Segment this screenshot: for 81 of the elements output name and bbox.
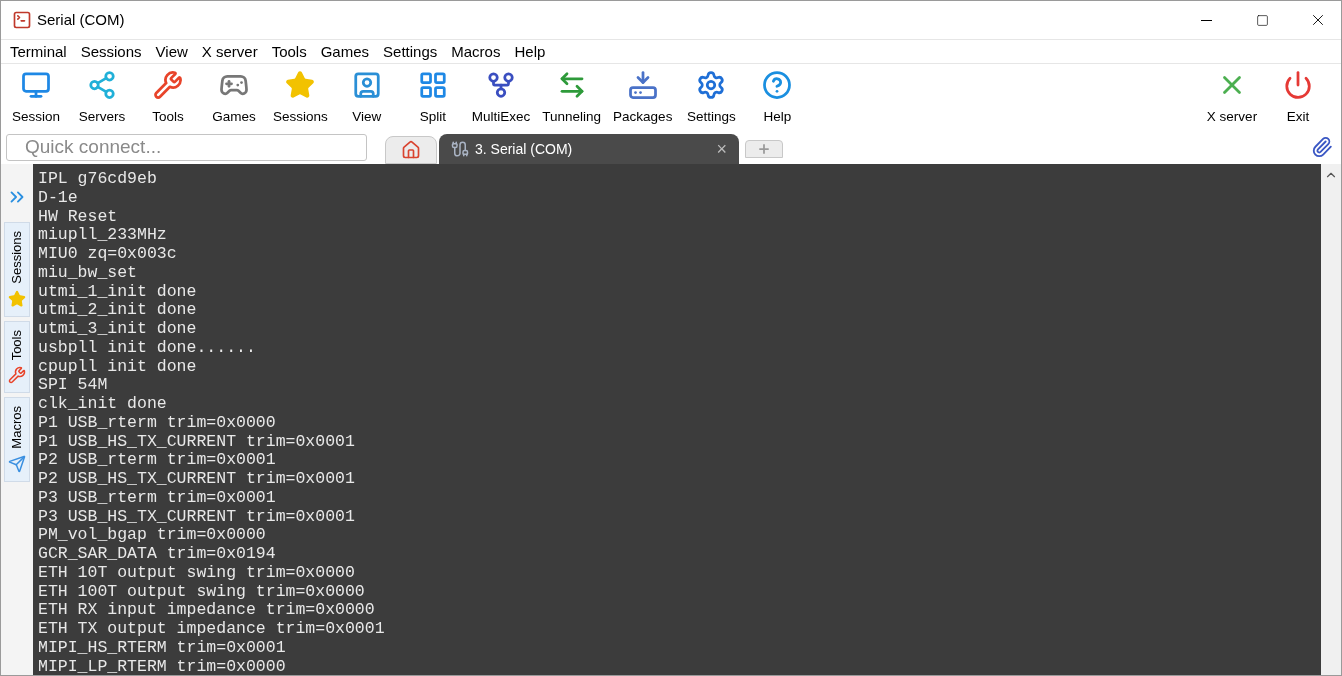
menu-item[interactable]: Settings — [376, 40, 445, 63]
toolbar-button[interactable]: View — [335, 66, 398, 126]
terminal-line: utmi_2_init done — [38, 301, 197, 320]
terminal-line: usbpll init done...... — [38, 338, 256, 358]
star-icon — [8, 289, 26, 308]
menu-item[interactable]: Help — [507, 40, 553, 63]
terminal-line: P1 USB_HS_TX_CURRENT trim=0x0001 — [38, 432, 355, 452]
toolbar-button[interactable]: Packages — [609, 66, 677, 126]
star-icon — [285, 70, 316, 100]
toolbar-button[interactable]: Sessions — [269, 66, 332, 126]
toolbar-button[interactable]: Exit — [1267, 66, 1329, 126]
paper-plane-icon — [8, 454, 26, 473]
toolbar-button[interactable]: MultiExec — [467, 66, 535, 126]
terminal-line: P1 USB_rterm trim=0x0000 — [38, 413, 276, 433]
session-tab[interactable]: 3. Serial (COM) × — [439, 134, 739, 164]
wrench-icon — [153, 70, 183, 100]
terminal-line: IPL g76cd9eb — [38, 170, 157, 189]
menu-item[interactable]: Games — [313, 40, 377, 63]
help-icon — [762, 70, 793, 100]
terminal-line: ETH 10T output swing trim=0x0000 — [38, 563, 355, 583]
terminal-line: utmi_1_init done — [38, 282, 197, 302]
terminal-line: GCR_SAR_DATA trim=0x0194 — [38, 545, 276, 564]
terminal-line: PM_vol_bgap trim=0x0000 — [38, 526, 266, 545]
toolbar-button[interactable]: Servers — [71, 66, 133, 126]
terminal-line: P2 USB_rterm trim=0x0001 — [38, 451, 276, 470]
tab-close[interactable]: × — [716, 140, 727, 158]
split-grid-icon — [417, 70, 448, 100]
monitor-icon — [21, 70, 51, 100]
toolbar-button[interactable]: X server — [1201, 66, 1263, 126]
network-icon — [87, 70, 117, 100]
new-tab-button[interactable] — [745, 140, 783, 158]
menu-item[interactable]: Sessions — [73, 40, 149, 63]
terminal-line: miu_bw_set — [38, 263, 138, 283]
side-tab[interactable]: Sessions — [4, 222, 30, 317]
toolbar-button[interactable]: Games — [203, 66, 265, 126]
minimize-icon — [1200, 19, 1212, 21]
menu-item[interactable]: X server — [194, 40, 265, 63]
terminal-line: utmi_3_init done — [38, 320, 197, 339]
terminal-line: ETH 100T output swing trim=0x0000 — [38, 582, 365, 602]
terminal-line: miupll_233MHz — [38, 226, 167, 245]
plus-icon — [757, 142, 771, 156]
terminal-line: cpupll init done — [38, 357, 197, 377]
terminal-line: HW Reset — [38, 207, 118, 227]
window-title: Serial (COM) — [37, 9, 125, 30]
terminal-line: MIU0 zq=0x003c — [38, 245, 177, 264]
toolbar-button[interactable]: Tunneling — [538, 66, 606, 126]
terminal-line: P3 USB_HS_TX_CURRENT trim=0x0001 — [38, 507, 355, 527]
toolbar-button[interactable]: Split — [401, 66, 464, 126]
fork-icon — [486, 70, 517, 100]
terminal-line: ETH RX input impedance trim=0x0000 — [38, 601, 375, 620]
scrollbar[interactable] — [1321, 164, 1341, 675]
terminal-line: D-1e — [38, 188, 78, 208]
plug-icon — [451, 140, 469, 158]
terminal[interactable] — [33, 164, 1321, 675]
app-logo-icon — [12, 10, 32, 30]
toolbar-button[interactable]: Tools — [137, 66, 199, 126]
terminal-line: MIPI_HS_RTERM trim=0x0001 — [38, 638, 286, 658]
home-tab[interactable] — [385, 136, 437, 164]
toolbar-button[interactable]: Settings — [680, 66, 743, 126]
paperclip-icon[interactable] — [1311, 136, 1333, 158]
drive-download-icon — [627, 70, 658, 100]
home-icon — [401, 140, 421, 160]
terminal-line: ETH TX output impedance trim=0x0001 — [38, 620, 385, 639]
quick-connect-field[interactable]: Quick connect... — [6, 134, 367, 161]
toolbar-button[interactable]: Session — [5, 66, 67, 126]
menu-item[interactable]: Macros — [444, 40, 508, 63]
menu-item[interactable]: Terminal — [3, 40, 74, 63]
maximize-icon — [1255, 13, 1269, 27]
power-icon — [1283, 70, 1313, 100]
terminal-line: clk_init done — [38, 395, 167, 414]
side-tab[interactable]: Tools — [4, 320, 30, 394]
terminal-line: P2 USB_HS_TX_CURRENT trim=0x0001 — [38, 470, 355, 489]
toolbar-button[interactable]: Help — [746, 66, 809, 126]
terminal-line: MIPI_LP_RTERM trim=0x0000 — [38, 657, 286, 675]
user-screen-icon — [351, 70, 382, 100]
terminal-line: P3 USB_rterm trim=0x0001 — [38, 488, 276, 508]
menu-item[interactable]: View — [148, 40, 195, 63]
wrench-icon — [8, 366, 26, 385]
side-tab[interactable]: Macros — [4, 397, 30, 482]
menu-item[interactable]: Tools — [264, 40, 314, 63]
terminal-line: SPI 54M — [38, 376, 108, 395]
